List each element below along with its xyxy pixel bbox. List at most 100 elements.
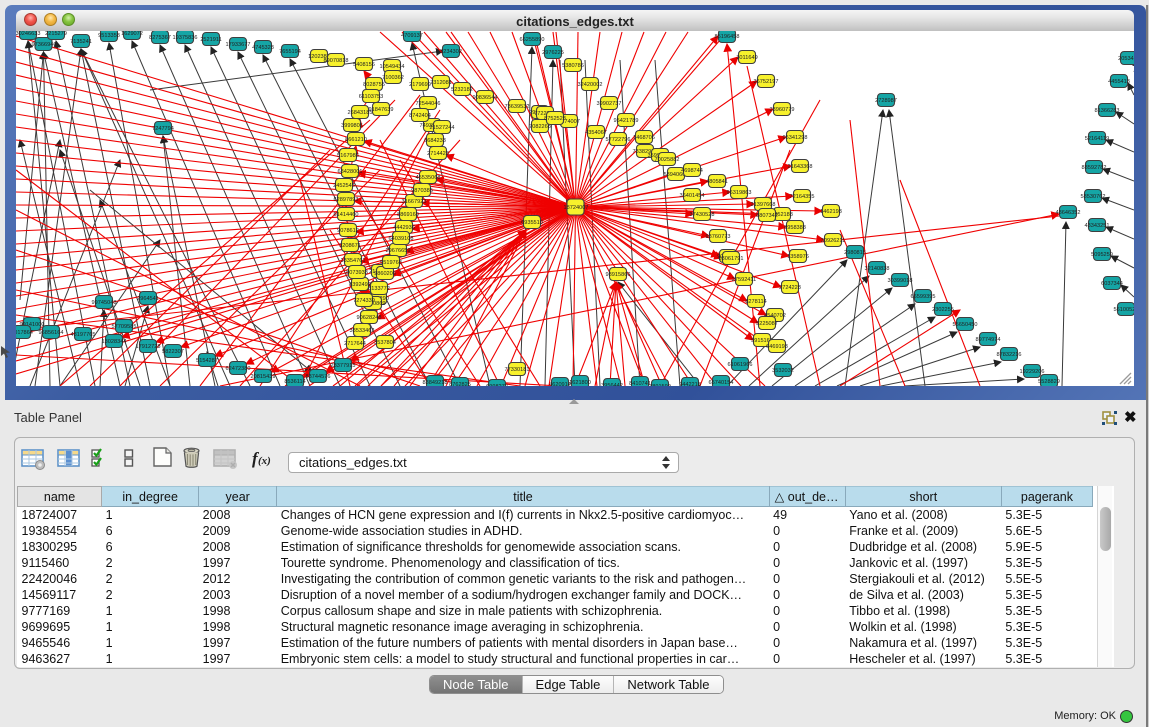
svg-text:30246633: 30246633 [16, 31, 40, 37]
svg-text:19229206: 19229206 [1020, 369, 1045, 375]
svg-text:7247794: 7247794 [152, 126, 174, 132]
svg-text:17912728: 17912728 [136, 344, 161, 350]
svg-text:3537804: 3537804 [374, 340, 396, 346]
svg-text:18724007: 18724007 [564, 205, 589, 211]
svg-text:96319863: 96319863 [727, 190, 752, 196]
svg-text:5167985: 5167985 [337, 153, 359, 159]
svg-text:8275367: 8275367 [149, 35, 171, 41]
svg-text:89070818: 89070818 [324, 58, 349, 64]
svg-text:27592411: 27592411 [732, 277, 756, 283]
svg-text:9860206: 9860206 [374, 271, 396, 277]
svg-text:83061791: 83061791 [719, 256, 744, 262]
svg-text:4709137: 4709137 [401, 33, 423, 39]
svg-text:9208671: 9208671 [339, 243, 361, 249]
svg-text:5232182: 5232182 [451, 87, 473, 93]
svg-text:5519768: 5519768 [380, 260, 402, 266]
svg-text:29676659: 29676659 [386, 248, 411, 254]
svg-text:36752197: 36752197 [754, 79, 779, 85]
svg-text:6935510: 6935510 [521, 220, 543, 226]
svg-text:58530762: 58530762 [1081, 194, 1106, 200]
svg-text:61414460: 61414460 [334, 212, 359, 218]
svg-text:2717644: 2717644 [344, 341, 366, 347]
svg-text:9078612: 9078612 [337, 228, 359, 234]
svg-text:87832216: 87832216 [997, 352, 1022, 358]
svg-text:98915866: 98915866 [606, 272, 631, 278]
svg-text:38533462: 38533462 [350, 328, 375, 334]
svg-text:8742404: 8742404 [409, 113, 431, 119]
svg-text:89774974: 89774974 [976, 337, 1001, 343]
svg-text:2976225: 2976225 [542, 50, 564, 56]
svg-text:6684233: 6684233 [424, 138, 446, 144]
svg-text:2215279: 2215279 [45, 31, 67, 37]
svg-text:8869169: 8869169 [397, 212, 419, 218]
svg-text:66599395: 66599395 [911, 294, 936, 300]
svg-text:3234302: 3234302 [440, 49, 462, 55]
svg-text:57709585: 57709585 [112, 324, 137, 330]
svg-text:1629072: 1629072 [121, 31, 143, 37]
svg-text:7100362: 7100362 [382, 75, 404, 81]
svg-text:36401454: 36401454 [680, 193, 705, 199]
svg-text:85196458: 85196458 [715, 34, 740, 40]
svg-text:4354067: 4354067 [585, 130, 607, 136]
svg-text:2724228: 2724228 [779, 285, 801, 291]
svg-text:3532032: 3532032 [772, 368, 794, 374]
svg-text:13028344: 13028344 [102, 339, 127, 345]
svg-text:77330181: 77330181 [505, 367, 530, 373]
svg-text:5380786: 5380786 [562, 63, 584, 69]
svg-text:56100526: 56100526 [1114, 307, 1134, 313]
svg-text:2179699: 2179699 [409, 82, 431, 88]
svg-text:95421789: 95421789 [614, 118, 639, 124]
svg-text:10549434: 10549434 [380, 64, 405, 70]
svg-text:32140838: 32140838 [865, 266, 890, 272]
svg-text:30926211: 30926211 [821, 238, 845, 244]
svg-text:8661210: 8661210 [345, 137, 367, 143]
svg-text:6037344: 6037344 [1101, 281, 1123, 287]
svg-text:4455413: 4455413 [1108, 79, 1130, 85]
svg-text:1462193: 1462193 [820, 209, 842, 215]
svg-text:30399018: 30399018 [888, 278, 913, 284]
svg-text:2521911: 2521911 [200, 37, 221, 43]
svg-text:19375836: 19375836 [173, 35, 198, 41]
svg-text:5408156: 5408156 [353, 62, 375, 68]
svg-text:9513358: 9513358 [98, 33, 120, 39]
svg-text:8073933: 8073933 [346, 270, 368, 276]
svg-text:65740154: 65740154 [709, 380, 734, 386]
svg-text:2452545: 2452545 [333, 183, 355, 189]
svg-text:97366946: 97366946 [32, 42, 57, 48]
svg-text:5095259: 5095259 [1091, 252, 1113, 258]
svg-text:8762825: 8762825 [449, 382, 471, 386]
svg-text:8752528: 8752528 [544, 116, 566, 122]
svg-text:61103753: 61103753 [359, 94, 383, 100]
svg-text:66255890: 66255890 [520, 37, 545, 43]
svg-text:70025882: 70025882 [655, 157, 680, 163]
svg-text:63428001: 63428001 [338, 169, 363, 175]
svg-text:4698744: 4698744 [681, 168, 703, 174]
svg-text:2053424: 2053424 [1118, 56, 1134, 62]
svg-text:48197765: 48197765 [71, 332, 96, 338]
svg-text:73639532: 73639532 [505, 104, 530, 110]
svg-text:21643368: 21643368 [788, 164, 813, 170]
svg-text:5822307: 5822307 [162, 349, 184, 355]
svg-text:4745328: 4745328 [252, 45, 274, 51]
svg-text:6998272: 6998272 [486, 384, 508, 386]
svg-text:5225087: 5225087 [756, 321, 778, 327]
svg-text:8807342: 8807342 [756, 213, 778, 219]
svg-text:8410741: 8410741 [629, 381, 651, 386]
svg-text:7135241: 7135241 [70, 39, 92, 45]
svg-text:61061966: 61061966 [728, 362, 753, 368]
svg-text:90628248: 90628248 [357, 315, 382, 321]
svg-text:17933677: 17933677 [226, 42, 251, 48]
svg-text:3999805: 3999805 [341, 123, 363, 129]
svg-text:8958388: 8958388 [784, 225, 806, 231]
svg-text:18354761: 18354761 [341, 258, 366, 264]
svg-text:33960779: 33960779 [770, 107, 795, 113]
svg-text:7082268: 7082268 [529, 124, 551, 130]
svg-text:7312081: 7312081 [430, 80, 452, 86]
svg-text:90836544: 90836544 [473, 95, 498, 101]
svg-text:93760773: 93760773 [706, 234, 731, 240]
svg-text:5154287: 5154287 [196, 358, 218, 364]
svg-text:8278114: 8278114 [745, 299, 766, 305]
svg-text:2728987: 2728987 [875, 98, 897, 104]
svg-text:83849218: 83849218 [423, 380, 448, 386]
svg-text:43343251: 43343251 [1085, 223, 1110, 229]
